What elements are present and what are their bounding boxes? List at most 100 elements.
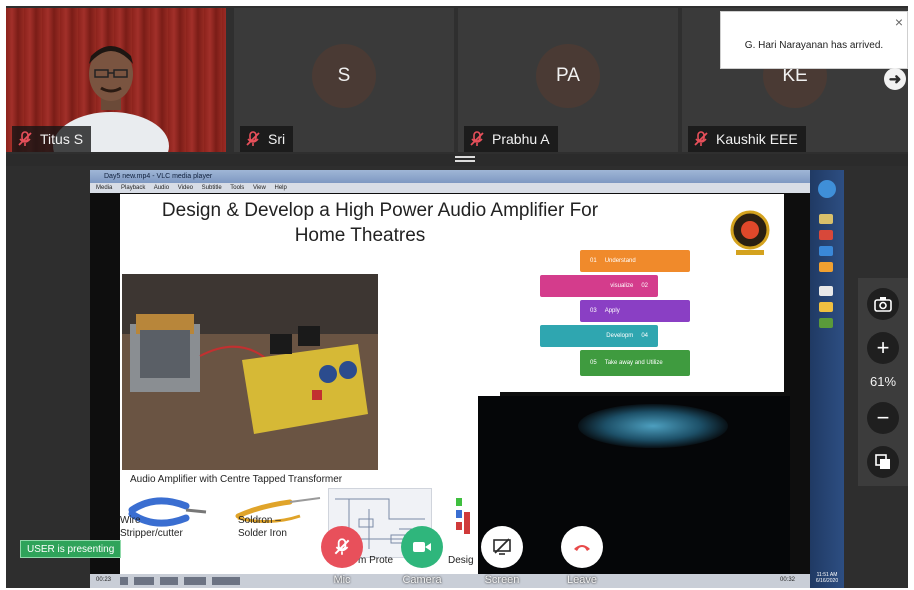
slide-title-line2: Home Theatres (294, 225, 426, 246)
tool-caption-line: Stripper/cutter (120, 528, 183, 539)
step-label: visualize (610, 283, 634, 289)
vlc-fullscreen-icon[interactable] (184, 577, 206, 585)
camera-control[interactable]: Camera (392, 526, 452, 588)
next-page-button[interactable]: ➜ (884, 68, 906, 90)
step-number: 01 (590, 258, 597, 264)
slide-title-line1: Design & Develop a High Power Audio Ampl… (161, 200, 599, 221)
step-label: Apply (604, 308, 620, 314)
vlc-menu-item: Media (96, 185, 113, 191)
notification-message: G. Hari Narayanan has arrived. (744, 40, 884, 51)
start-icon[interactable] (818, 180, 836, 198)
mic-off-icon (334, 538, 350, 555)
participant-name: Titus S (40, 131, 84, 147)
screen-control[interactable]: Screen (472, 526, 532, 588)
vlc-prev-icon[interactable] (134, 577, 154, 585)
fit-screen-button[interactable] (867, 446, 899, 478)
tool-caption-solder: Soldron – Solder Iron (238, 514, 287, 540)
video-call-window: Titus S S Sri PA Prabhu A KE Kaushik EEE (6, 6, 908, 588)
tool-caption-line: Soldron – (238, 515, 281, 526)
vlc-play-icon[interactable] (120, 577, 128, 585)
screen-share-button[interactable] (481, 526, 523, 568)
avatar: S (312, 44, 376, 108)
screen-label: Screen (484, 574, 520, 586)
camera-label: Camera (402, 574, 442, 586)
step-number: 03 (590, 308, 597, 314)
vlc-elapsed-time: 00:23 (96, 577, 112, 583)
participant-nametag: Prabhu A (464, 126, 558, 152)
participant-strip: Titus S S Sri PA Prabhu A KE Kaushik EEE (6, 6, 908, 154)
mic-button[interactable] (321, 526, 363, 568)
projection-glow (578, 404, 728, 448)
zoom-out-button[interactable]: − (867, 402, 899, 434)
vlc-menu-item: Tools (230, 185, 245, 191)
leave-control[interactable]: Leave (552, 526, 612, 588)
step-label: Take away and Utilize (604, 360, 663, 366)
participant-nametag: Sri (240, 126, 294, 152)
learning-steps-graphic: 01 Understand visualize 02 03 Apply Deve… (540, 250, 705, 390)
resize-handle[interactable] (455, 156, 475, 164)
step-02: visualize 02 (540, 275, 658, 297)
folder-icon[interactable] (819, 214, 833, 224)
step-number: 02 (641, 283, 648, 289)
mic-off-icon (18, 131, 32, 146)
screen-share-off-icon (493, 538, 511, 555)
presenting-badge: USER is presenting (20, 540, 122, 558)
participant-nametag: Titus S (12, 126, 92, 152)
vlc-playlist-icon[interactable] (212, 577, 240, 585)
amplifier-photo (122, 274, 378, 470)
step-number: 05 (590, 360, 597, 366)
zoom-level: 61% (869, 374, 897, 389)
close-icon[interactable]: × (895, 14, 903, 30)
participant-name: Kaushik EEE (716, 131, 798, 147)
step-label: Understand (604, 258, 636, 264)
app-task-icon[interactable] (819, 318, 833, 328)
participant-name: Prabhu A (492, 131, 550, 147)
vlc-menu-bar: Media Playback Audio Video Subtitle Tool… (90, 183, 810, 193)
taskbar-clock: 11:51 AM 6/16/2020 (812, 572, 842, 584)
tool-caption-line: Solder Iron (238, 528, 287, 539)
browser-icon[interactable] (819, 246, 833, 256)
explorer-task-icon[interactable] (819, 302, 833, 312)
vlc-menu-item: Playback (121, 185, 146, 191)
copy-icon (875, 454, 890, 469)
media-icon[interactable] (819, 230, 833, 240)
color-bars-image (456, 498, 470, 534)
clock-date: 6/16/2020 (815, 578, 839, 584)
college-logo (730, 210, 770, 255)
participant-tile-titus[interactable]: Titus S (6, 8, 226, 152)
amplifier-caption: Audio Amplifier with Centre Tapped Trans… (130, 474, 343, 485)
zoom-in-button[interactable]: + (867, 332, 899, 364)
tool-caption-stripper: Wire Stripper/cutter (120, 514, 183, 540)
step-03: 03 Apply (580, 300, 690, 322)
tool-caption-line: Wire (120, 515, 141, 526)
zoom-toolbar: + 61% − (858, 278, 908, 486)
hang-up-icon (574, 545, 590, 551)
vlc-menu-item: Audio (153, 185, 170, 191)
participant-nametag: Kaushik EEE (688, 126, 806, 152)
participant-tile-sri[interactable]: S Sri (234, 8, 454, 152)
vlc-menu-item: View (252, 185, 266, 191)
leave-label: Leave (567, 574, 597, 586)
vlc-total-time: 00:32 (780, 577, 796, 583)
vlc-menu-item: Subtitle (201, 185, 222, 191)
avatar: PA (536, 44, 600, 108)
app-icon[interactable] (819, 262, 833, 272)
mic-off-icon (470, 131, 484, 146)
vlc-menu-item: Help (274, 185, 287, 191)
camera-button[interactable] (401, 526, 443, 568)
participant-tile-prabhu[interactable]: PA Prabhu A (458, 8, 678, 152)
leave-button[interactable] (561, 526, 603, 568)
step-01: 01 Understand (580, 250, 690, 272)
vlc-menu-item: Video (177, 185, 193, 191)
video-camera-icon (413, 542, 431, 552)
step-number: 04 (641, 333, 648, 339)
snapshot-button[interactable] (867, 288, 899, 320)
mic-control[interactable]: Mic (312, 526, 372, 588)
vlc-task-icon[interactable] (819, 286, 833, 296)
mic-off-icon (694, 131, 708, 146)
mic-off-icon (246, 131, 260, 146)
shared-screen: Day5 new.mp4 - VLC media player Media Pl… (6, 166, 908, 588)
camera-icon (874, 297, 892, 312)
vlc-stop-icon[interactable] (160, 577, 178, 585)
arrival-notification: × G. Hari Narayanan has arrived. (720, 11, 908, 69)
